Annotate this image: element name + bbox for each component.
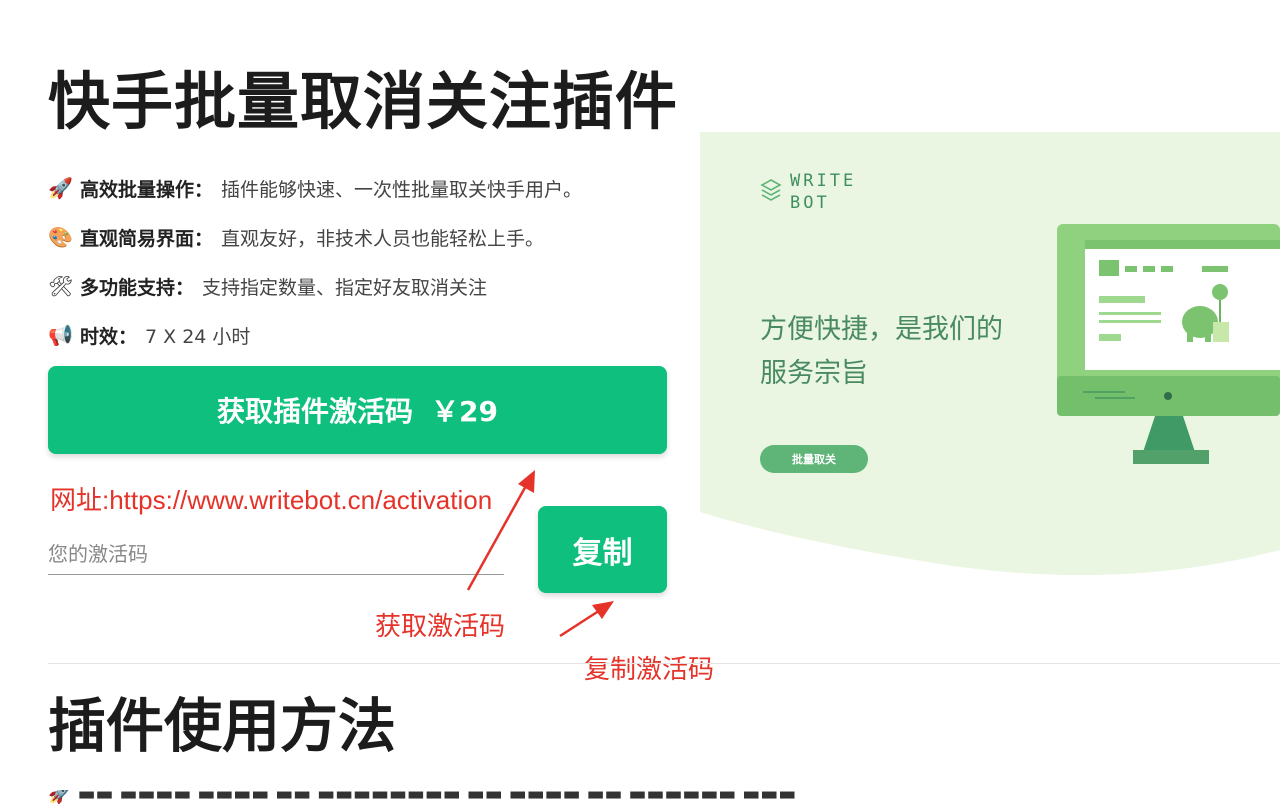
usage-section-title: 插件使用方法 — [48, 692, 397, 760]
feature-key: 多功能支持： — [80, 276, 195, 299]
feature-key: 直观简易界面： — [80, 227, 214, 250]
palette-icon: 🎨 — [48, 225, 73, 249]
page-title: 快手批量取消关注插件 — [48, 65, 679, 138]
activation-code-input[interactable] — [48, 534, 504, 575]
annotation-copy-code: 复制激活码 — [584, 655, 715, 685]
promo-batch-unfollow-button[interactable]: 批量取关 — [760, 445, 868, 473]
feature-value: 支持指定数量、指定好友取消关注 — [202, 276, 488, 299]
monitor-illustration — [1057, 224, 1280, 464]
logo-text: WRITE BOT — [790, 171, 857, 213]
promo-banner: WRITE BOT 方便快捷，是我们的服务宗旨 批量取关 — [700, 132, 1280, 575]
feature-item-multi: 🛠 多功能支持： 支持指定数量、指定好友取消关注 — [48, 270, 487, 302]
feature-key: 时效： — [80, 325, 138, 348]
feature-item-batch: 🚀 高效批量操作： 插件能够快速、一次性批量取关快手用户。 — [48, 172, 582, 204]
usage-step-cutoff: 🚀 ▬▬ ▬▬▬▬ ▬▬▬▬ ▬▬ ▬▬▬▬▬▬▬▬ ▬▬ ▬▬▬▬ ▬▬ ▬▬… — [48, 790, 797, 804]
price-label: ￥29 — [431, 395, 498, 428]
feature-value: 插件能够快速、一次性批量取关快手用户。 — [221, 178, 583, 201]
feature-value: 7 X 24 小时 — [145, 325, 251, 348]
annotation-get-code: 获取激活码 — [375, 612, 506, 642]
arrow-to-copy-button — [559, 601, 614, 638]
get-activation-code-button[interactable]: 获取插件激活码 ￥29 — [48, 366, 667, 454]
writebot-logo: WRITE BOT — [760, 170, 860, 214]
promo-slogan: 方便快捷，是我们的服务宗旨 — [760, 314, 1003, 389]
tools-icon: 🛠 — [48, 274, 74, 298]
url-note: 网址:https://www.writebot.cn/activation — [50, 485, 493, 515]
rocket-icon: 🚀 — [48, 176, 73, 200]
feature-item-ui: 🎨 直观简易界面： 直观友好，非技术人员也能轻松上手。 — [48, 221, 544, 253]
writebot-logo-icon — [760, 179, 782, 201]
megaphone-icon: 📢 — [48, 323, 73, 347]
feature-item-availability: 📢 时效： 7 X 24 小时 — [48, 319, 250, 351]
feature-key: 高效批量操作： — [80, 178, 214, 201]
copy-button[interactable]: 复制 — [538, 506, 667, 593]
feature-value: 直观友好，非技术人员也能轻松上手。 — [221, 227, 545, 250]
buy-button-label: 获取插件激活码 — [217, 395, 414, 428]
section-divider — [48, 663, 1280, 664]
